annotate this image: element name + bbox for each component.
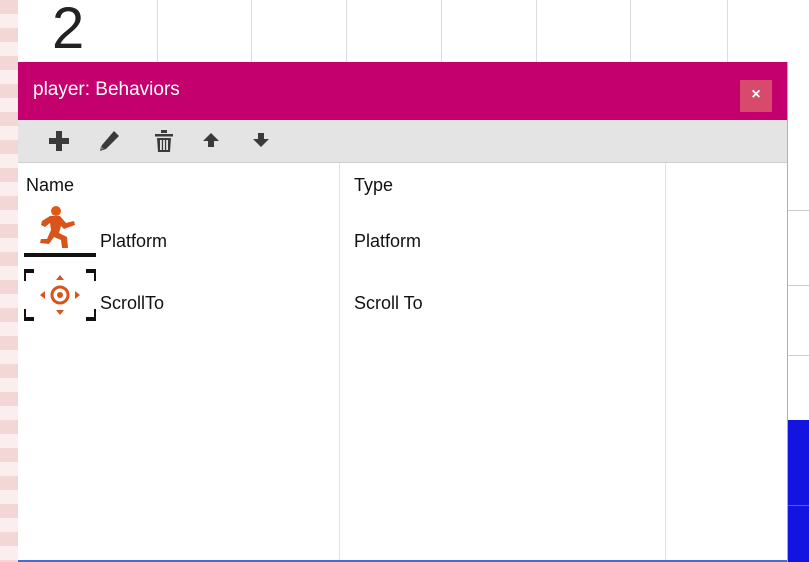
grid-line	[630, 0, 631, 62]
toolbar	[18, 120, 787, 163]
plus-icon	[46, 128, 72, 154]
arrow-down-icon	[248, 128, 274, 154]
platform-runner-icon	[24, 203, 96, 259]
grid-line	[788, 505, 809, 506]
grid-line	[787, 285, 809, 286]
list-item[interactable]: Platform Platform	[18, 203, 787, 259]
dialog-title: player: Behaviors	[33, 79, 180, 100]
grid-line	[787, 210, 809, 211]
behavior-name: Platform	[100, 231, 168, 251]
grid-line	[441, 0, 442, 62]
add-button[interactable]	[46, 128, 72, 154]
pencil-icon	[96, 128, 122, 154]
move-down-button[interactable]	[248, 128, 274, 154]
dialog-titlebar[interactable]: player: Behaviors ×	[18, 62, 787, 120]
selected-object-region[interactable]	[788, 420, 809, 562]
move-up-button[interactable]	[198, 128, 224, 154]
grid-line	[787, 355, 809, 356]
column-header-type[interactable]: Type	[354, 175, 393, 196]
grid-line	[346, 0, 347, 62]
grid-line	[251, 0, 252, 62]
grid-line	[157, 0, 158, 62]
grid-line	[536, 0, 537, 62]
close-button[interactable]: ×	[740, 80, 772, 112]
behavior-name: ScrollTo	[100, 293, 165, 313]
behavior-type: Scroll To	[354, 293, 423, 313]
trash-icon	[151, 128, 177, 154]
grid-line	[727, 0, 728, 62]
canvas-edge-strip	[0, 0, 18, 562]
behaviors-dialog: player: Behaviors × Name Type Platform P…	[18, 62, 788, 562]
behavior-type: Platform	[354, 231, 422, 251]
arrow-up-icon	[198, 128, 224, 154]
behaviors-list[interactable]: Name Type Platform Platform ScrollTo Scr…	[18, 163, 787, 562]
edit-button[interactable]	[96, 128, 122, 154]
column-header-name[interactable]: Name	[26, 175, 74, 196]
list-item[interactable]: ScrollTo Scroll To	[18, 267, 787, 323]
canvas-label: 2	[52, 0, 85, 61]
delete-button[interactable]	[151, 128, 177, 154]
scroll-to-target-icon	[24, 267, 96, 323]
